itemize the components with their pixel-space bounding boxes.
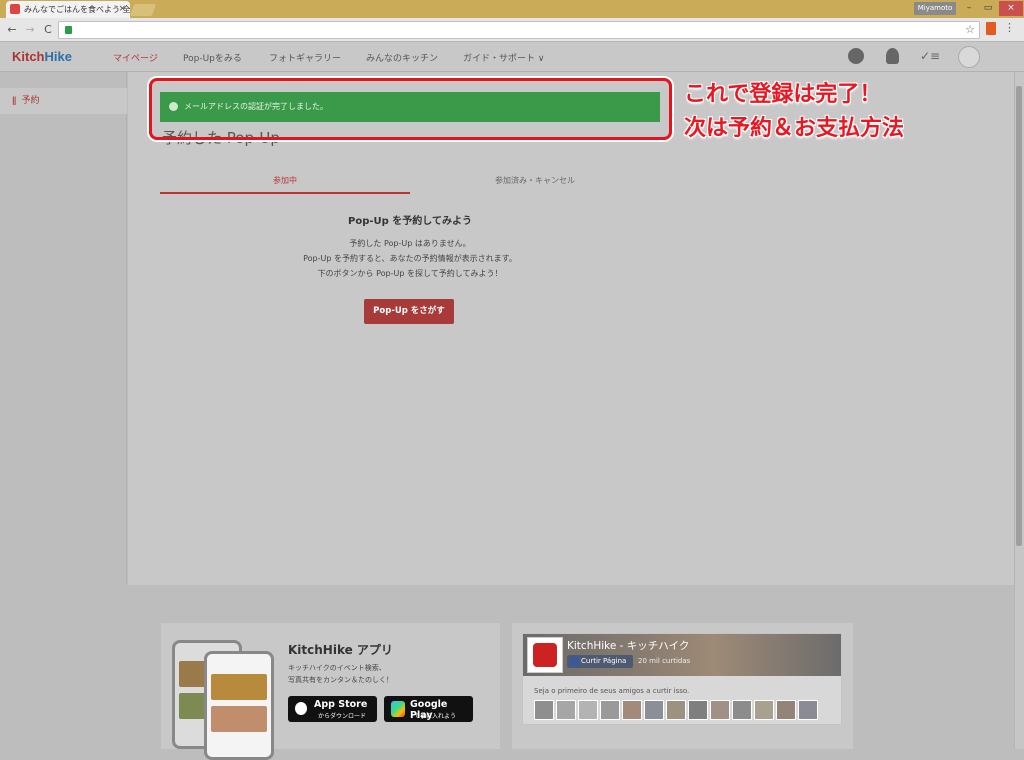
empty-state-line-1: 予約した Pop-Up はありません。 xyxy=(349,239,471,248)
apple-icon xyxy=(295,702,307,715)
new-tab-button[interactable] xyxy=(129,4,157,16)
logo-kitch: Kitch xyxy=(12,49,45,64)
facebook-page-logo[interactable] xyxy=(527,637,563,673)
footer xyxy=(0,585,1014,749)
scrollbar-thumb[interactable] xyxy=(1016,86,1022,546)
annotation-line-2: 次は予約＆お支払方法 xyxy=(684,116,905,141)
minimize-button[interactable]: – xyxy=(960,1,978,16)
tab-attending[interactable]: 参加中 xyxy=(160,170,410,194)
app-store-button[interactable]: App Store からダウンロード xyxy=(288,696,377,722)
empty-state-line-2: Pop-Up を予約すると、あなたの予約情報が表示されます。 xyxy=(303,254,517,263)
forward-button[interactable]: → xyxy=(22,21,38,39)
close-window-button[interactable]: × xyxy=(999,1,1023,16)
nav-popup[interactable]: Pop-Upをみる xyxy=(183,51,242,64)
empty-state-heading: Pop-Up を予約してみよう xyxy=(348,216,472,227)
google-play-sublabel: で手に入れよう xyxy=(414,713,457,720)
back-button[interactable]: ← xyxy=(4,21,20,39)
tab-close-icon[interactable]: × xyxy=(118,1,126,18)
friend-avatar[interactable] xyxy=(578,700,598,720)
google-play-button[interactable]: Google Play で手に入れよう xyxy=(384,696,473,722)
profile-badge[interactable]: Miyamoto xyxy=(914,2,956,15)
maximize-button[interactable]: ▭ xyxy=(979,1,997,16)
bookmark-star-icon[interactable]: ☆ xyxy=(965,22,975,38)
message-icon[interactable] xyxy=(848,48,864,64)
office-extension-icon[interactable] xyxy=(986,22,996,35)
friend-avatar[interactable] xyxy=(666,700,686,720)
address-bar[interactable]: ☆ xyxy=(58,21,980,39)
friend-avatar[interactable] xyxy=(688,700,708,720)
nav-photo-gallery[interactable]: フォトギャラリー xyxy=(269,51,341,64)
friend-avatar[interactable] xyxy=(798,700,818,720)
empty-state-line-3: 下のボタンから Pop-Up を探して予約してみよう！ xyxy=(317,269,503,278)
friend-avatar[interactable] xyxy=(556,700,576,720)
find-popup-button[interactable]: Pop-Up をさがす xyxy=(364,299,454,324)
kitchhike-logo[interactable]: KitchHike xyxy=(12,49,72,64)
logo-hike: Hike xyxy=(44,49,72,64)
facebook-icon xyxy=(570,657,579,666)
facebook-like-count: 20 mil curtidas xyxy=(638,657,691,665)
app-title: KitchHike アプリ xyxy=(288,643,393,657)
food-photo xyxy=(211,706,267,732)
friend-avatar[interactable] xyxy=(600,700,620,720)
friend-avatar[interactable] xyxy=(754,700,774,720)
tasks-icon[interactable]: ✓≡ xyxy=(920,48,940,64)
fork-knife-icon: ǁ xyxy=(12,96,17,106)
nav-everyones-kitchen[interactable]: みんなのキッチン xyxy=(366,51,438,64)
browser-tab[interactable]: みんなでごはんを食べよう 全 × xyxy=(6,1,130,18)
sidebar-item-label: 予約 xyxy=(21,96,40,106)
sidebar xyxy=(0,72,127,584)
tab-title: みんなでごはんを食べよう 全 xyxy=(24,5,130,14)
kitchhike-mark-icon xyxy=(533,643,557,667)
facebook-page-name[interactable]: KitchHike - キッチハイク xyxy=(567,638,689,653)
app-description-line-1: キッチハイクのイベント検索、 xyxy=(288,664,386,672)
site-header: KitchHike マイページ Pop-Upをみる フォトギャラリー みんなのキ… xyxy=(0,42,1024,72)
friend-avatar[interactable] xyxy=(644,700,664,720)
phone-mockup-front xyxy=(204,651,274,760)
friend-avatar[interactable] xyxy=(534,700,554,720)
annotation-highlight-box xyxy=(149,78,672,140)
app-store-label: App Store xyxy=(314,699,368,710)
food-photo xyxy=(211,674,267,700)
facebook-like-button[interactable]: Curtir Página xyxy=(567,655,633,668)
friend-avatar[interactable] xyxy=(622,700,642,720)
lock-icon xyxy=(65,26,72,34)
app-description-line-2: 写真共有をカンタン＆たのしく！ xyxy=(288,676,393,684)
sidebar-item-reservations[interactable]: ǁ 予約 xyxy=(0,88,127,114)
favicon-icon xyxy=(10,4,20,14)
nav-guide-support[interactable]: ガイド・サポート ∨ xyxy=(463,51,544,64)
reload-button[interactable]: C xyxy=(40,21,56,39)
annotation-line-1: これで登録は完了！ xyxy=(684,82,882,107)
main-panel xyxy=(128,72,1014,585)
bell-icon[interactable] xyxy=(886,48,899,64)
play-store-icon xyxy=(391,701,405,717)
browser-toolbar: ← → C ☆ ⋮ xyxy=(0,18,1024,42)
nav-mypage[interactable]: マイページ xyxy=(113,51,158,64)
friend-avatar[interactable] xyxy=(732,700,752,720)
facebook-friends-text: Seja o primeiro de seus amigos a curtir … xyxy=(534,687,690,695)
facebook-like-label: Curtir Página xyxy=(581,657,627,665)
friend-avatar[interactable] xyxy=(710,700,730,720)
tab-attended-cancelled[interactable]: 参加済み・キャンセル xyxy=(410,170,660,194)
browser-menu-icon[interactable]: ⋮ xyxy=(1004,21,1015,34)
app-store-sublabel: からダウンロード xyxy=(318,713,367,720)
avatar[interactable] xyxy=(958,46,980,68)
friend-avatar[interactable] xyxy=(776,700,796,720)
